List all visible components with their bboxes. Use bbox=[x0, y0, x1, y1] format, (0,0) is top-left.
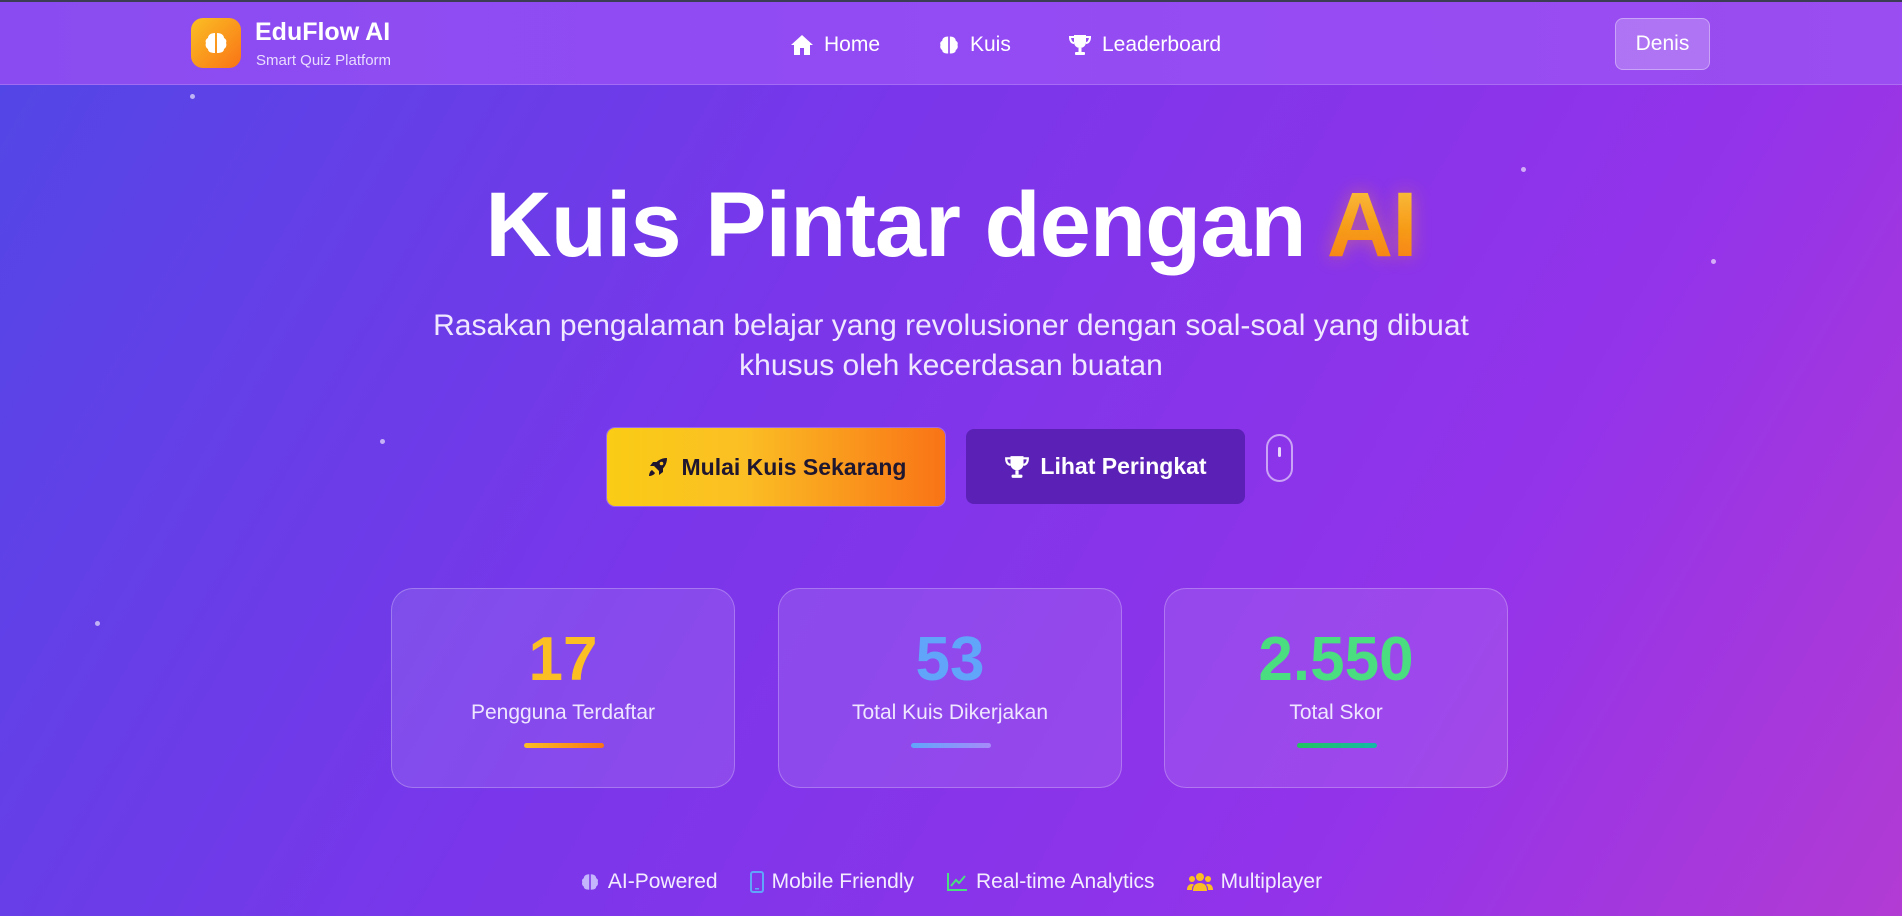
feature-label: Multiplayer bbox=[1220, 870, 1323, 893]
mouse-scroll-icon bbox=[1266, 434, 1293, 482]
hero-subtitle: Rasakan pengalaman belajar yang revolusi… bbox=[0, 306, 1902, 386]
nav-leaderboard-label: Leaderboard bbox=[1102, 33, 1222, 56]
stat-card-quizzes: 53 Total Kuis Dikerjakan bbox=[778, 588, 1122, 788]
feature-label: Mobile Friendly bbox=[771, 870, 914, 893]
feature-multiplayer: Multiplayer bbox=[1186, 870, 1323, 894]
stat-value: 17 bbox=[528, 625, 598, 694]
trophy-icon bbox=[1068, 35, 1092, 55]
feature-label: Real-time Analytics bbox=[976, 870, 1155, 893]
brand-subtitle: Smart Quiz Platform bbox=[256, 52, 392, 69]
feature-mobile-friendly: Mobile Friendly bbox=[749, 870, 914, 894]
nav-home[interactable]: Home bbox=[790, 29, 880, 61]
decorative-dot bbox=[95, 621, 100, 626]
stat-accent-bar bbox=[1297, 743, 1377, 748]
brain-icon bbox=[205, 33, 227, 53]
chart-line-icon bbox=[947, 873, 967, 891]
view-ranking-label: Lihat Peringkat bbox=[1040, 453, 1207, 479]
nav-kuis-label: Kuis bbox=[970, 33, 1011, 56]
decorative-dot bbox=[380, 439, 385, 444]
feature-list: AI-Powered Mobile Friendly Real-time Ana… bbox=[0, 870, 1902, 894]
start-quiz-button[interactable]: Mulai Kuis Sekarang bbox=[607, 428, 945, 506]
brain-icon bbox=[940, 36, 958, 54]
brain-icon bbox=[581, 874, 598, 890]
stat-card-score: 2.550 Total Skor bbox=[1164, 588, 1508, 788]
hero-subtitle-line2: khusus oleh kecerdasan buatan bbox=[739, 349, 1163, 382]
view-ranking-button[interactable]: Lihat Peringkat bbox=[966, 429, 1245, 504]
stat-value: 2.550 bbox=[1258, 625, 1414, 694]
stat-accent-bar bbox=[524, 743, 604, 748]
users-icon bbox=[1186, 873, 1213, 891]
hero-subtitle-line1: Rasakan pengalaman belajar yang revolusi… bbox=[433, 309, 1469, 342]
hero-title: Kuis Pintar dengan AI bbox=[0, 170, 1902, 280]
stat-label: Total Skor bbox=[1289, 701, 1383, 724]
start-quiz-label: Mulai Kuis Sekarang bbox=[681, 453, 907, 480]
home-icon bbox=[791, 35, 813, 55]
feature-ai-powered: AI-Powered bbox=[580, 870, 718, 894]
top-navbar: EduFlow AI Smart Quiz Platform Home Kuis… bbox=[0, 2, 1902, 85]
hero-title-main: Kuis Pintar dengan bbox=[485, 174, 1327, 276]
nav-kuis[interactable]: Kuis bbox=[938, 29, 1011, 61]
mobile-icon bbox=[749, 871, 764, 893]
decorative-dot bbox=[190, 94, 195, 99]
nav-leaderboard[interactable]: Leaderboard bbox=[1068, 29, 1221, 61]
feature-realtime-analytics: Real-time Analytics bbox=[946, 870, 1155, 894]
stat-label: Pengguna Terdaftar bbox=[470, 701, 656, 724]
stat-value: 53 bbox=[915, 625, 985, 694]
stat-label: Total Kuis Dikerjakan bbox=[851, 701, 1049, 724]
stat-card-users: 17 Pengguna Terdaftar bbox=[391, 588, 735, 788]
stat-accent-bar bbox=[911, 743, 991, 748]
trophy-icon bbox=[1005, 455, 1030, 478]
rocket-icon bbox=[648, 458, 667, 476]
user-menu-button[interactable]: Denis bbox=[1615, 18, 1710, 70]
nav-home-label: Home bbox=[824, 33, 881, 56]
logo[interactable] bbox=[191, 18, 241, 68]
brand-title: EduFlow AI bbox=[255, 18, 391, 46]
hero-title-accent: AI bbox=[1326, 174, 1418, 276]
feature-label: AI-Powered bbox=[607, 870, 718, 893]
